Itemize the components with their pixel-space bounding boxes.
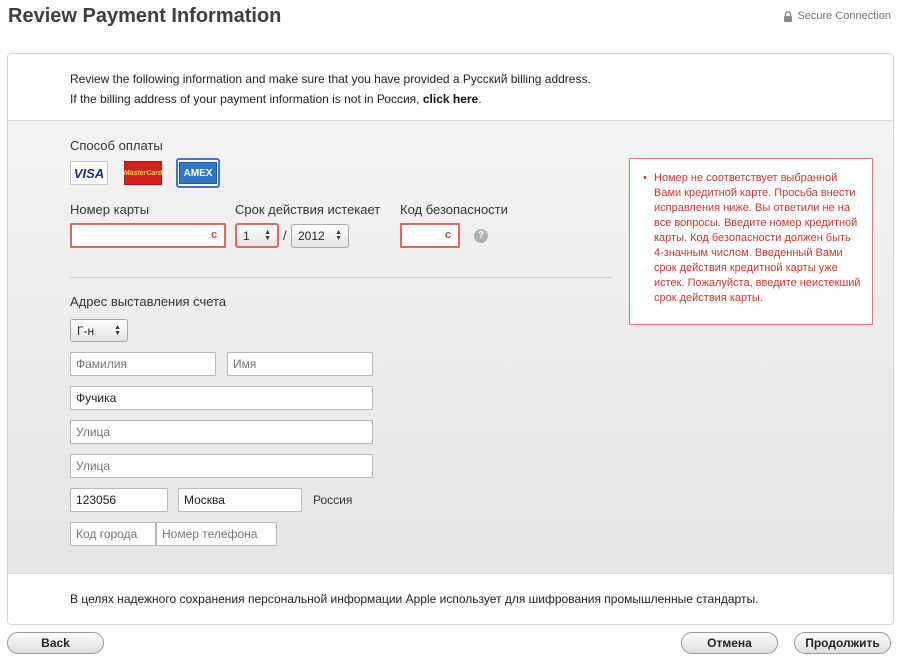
amex-label: AMEX — [183, 167, 213, 179]
expiry-month-value: 1 — [243, 228, 250, 243]
expiry-month-select[interactable]: 1 ▲ ▼ — [235, 223, 279, 248]
error-message-box: • Номер не соответствует выбранной Вами … — [629, 158, 873, 325]
area-code-field[interactable] — [70, 522, 156, 546]
payment-panel: Review the following information and mak… — [7, 53, 894, 625]
intro-line-2: If the billing address of your payment i… — [70, 92, 482, 106]
security-note-text: В целях надежного сохранения персонально… — [70, 592, 759, 606]
lock-icon — [784, 10, 793, 22]
mastercard-card-option[interactable]: MasterCard — [124, 161, 162, 185]
expiry-year-value: 2012 — [298, 229, 325, 243]
help-icon[interactable]: ? — [474, 229, 488, 243]
street-field-1[interactable]: Фучика — [70, 386, 373, 410]
visa-label: VISA — [73, 165, 105, 181]
street-field-2[interactable] — [70, 420, 373, 444]
bullet: • — [643, 172, 647, 184]
card-number-label: Номер карты — [70, 202, 150, 217]
stepper-icon: ▲ ▼ — [264, 228, 271, 242]
intro-section: Review the following information and mak… — [8, 54, 893, 121]
security-code-label: Код безопасности — [400, 202, 508, 217]
city-field[interactable]: Москва — [178, 488, 302, 512]
error-icon: c — [211, 229, 218, 241]
page-title: Review Payment Information — [8, 5, 282, 27]
last-name-field[interactable] — [70, 352, 216, 376]
billing-address-label: Адрес выставления счета — [70, 294, 227, 309]
stepper-icon: ▲ ▼ — [335, 229, 342, 242]
section-divider — [70, 277, 613, 278]
mastercard-label: MasterCard — [123, 169, 163, 177]
postal-code-field[interactable]: 123056 — [70, 488, 168, 512]
stepper-icon: ▲ ▼ — [114, 323, 121, 337]
continue-button[interactable]: Продолжить — [794, 632, 891, 654]
security-code-field[interactable]: c — [400, 223, 460, 248]
expiry-label: Срок действия истекает — [235, 202, 381, 217]
phone-number-field[interactable] — [156, 522, 277, 546]
intro-line-2-text: If the billing address of your payment i… — [70, 92, 423, 106]
form-area: Способ оплаты VISA MasterCard AMEX Номер… — [8, 121, 893, 573]
first-name-field[interactable] — [227, 352, 373, 376]
intro-line-2-suffix: . — [478, 92, 482, 106]
error-icon: c — [445, 229, 452, 241]
payment-method-label: Способ оплаты — [70, 138, 163, 153]
click-here-link[interactable]: click here — [423, 92, 478, 106]
amex-logo: AMEX — [179, 162, 217, 184]
salutation-value: Г-н — [77, 323, 95, 338]
street-field-3[interactable] — [70, 454, 373, 478]
salutation-select[interactable]: Г-н ▲ ▼ — [70, 319, 128, 342]
secure-connection: Secure Connection — [783, 10, 891, 22]
secure-connection-label: Secure Connection — [797, 10, 891, 22]
amex-card-option[interactable]: AMEX — [176, 158, 220, 188]
expiry-year-select[interactable]: 2012 ▲ ▼ — [291, 224, 349, 248]
expiry-separator: / — [283, 228, 287, 243]
visa-card-option[interactable]: VISA — [70, 161, 108, 185]
back-button[interactable]: Back — [7, 632, 104, 654]
card-number-field[interactable]: c — [70, 223, 226, 248]
cancel-button[interactable]: Отмена — [681, 632, 778, 654]
security-note: В целях надежного сохранения персонально… — [8, 573, 893, 624]
error-message-text: Номер не соответствует выбранной Вами кр… — [654, 172, 861, 304]
intro-line-1: Review the following information and mak… — [70, 72, 591, 86]
country-label: Россия — [313, 493, 353, 507]
